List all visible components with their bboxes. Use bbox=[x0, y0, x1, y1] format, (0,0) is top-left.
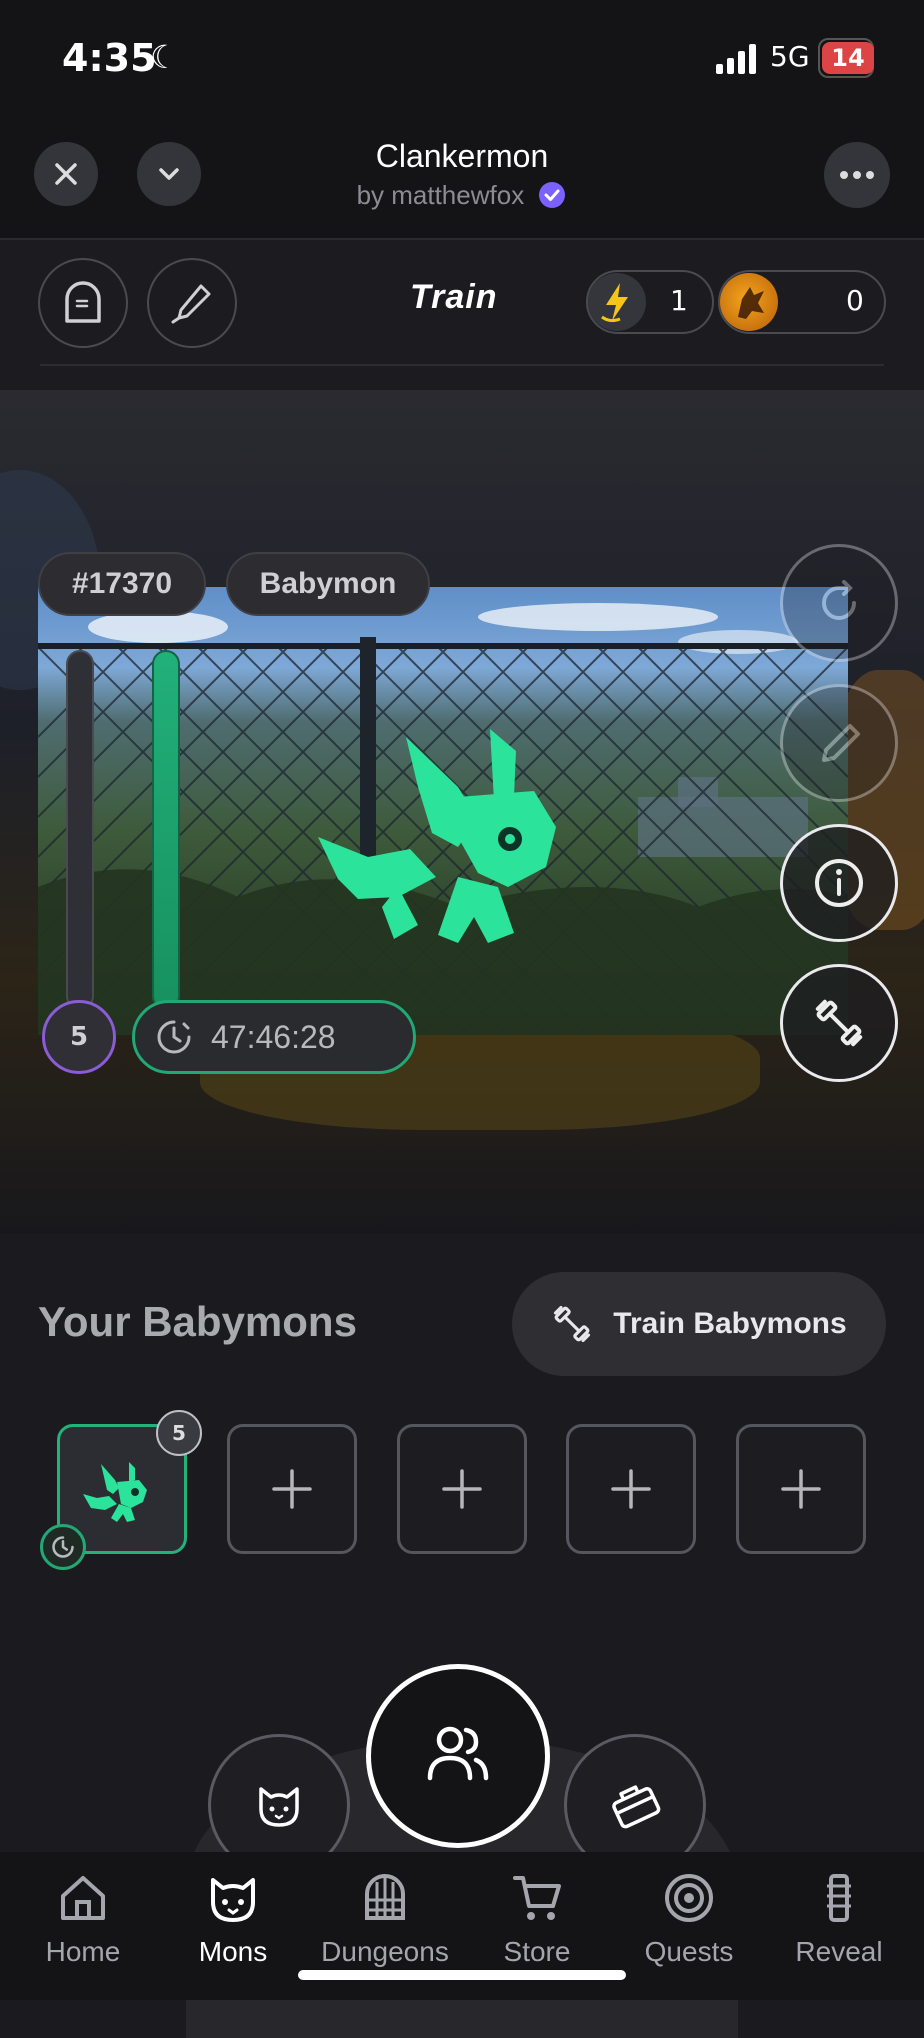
refresh-button[interactable] bbox=[780, 544, 898, 662]
info-icon bbox=[815, 859, 863, 907]
energy-count: 1 bbox=[670, 284, 688, 317]
cat-icon bbox=[259, 1787, 299, 1827]
nav-quests[interactable]: Quests bbox=[614, 1872, 764, 1982]
cart-icon bbox=[513, 1876, 561, 1920]
brush-icon bbox=[171, 284, 211, 324]
info-button[interactable] bbox=[780, 824, 898, 942]
slot-level-badge: 5 bbox=[156, 1410, 202, 1456]
plus-icon bbox=[442, 1469, 482, 1509]
timer-value: 47:46:28 bbox=[211, 1018, 336, 1055]
add-babymon-slot[interactable] bbox=[397, 1424, 527, 1554]
customize-button[interactable] bbox=[780, 684, 898, 802]
status-time: 4:35 bbox=[62, 36, 157, 80]
dumbbell-icon bbox=[554, 1305, 591, 1343]
target-icon bbox=[665, 1874, 713, 1922]
creature-thumbnail bbox=[83, 1462, 147, 1522]
signal-icon bbox=[716, 44, 756, 74]
timer-icon bbox=[157, 1020, 191, 1054]
app-subtitle: by matthewfox bbox=[0, 180, 924, 211]
training-progress-bar bbox=[152, 650, 180, 1010]
social-button[interactable] bbox=[366, 1664, 550, 1848]
plus-icon bbox=[781, 1469, 821, 1509]
nav-label: Home bbox=[45, 1936, 121, 1967]
users-icon bbox=[427, 1726, 489, 1781]
edit-button[interactable] bbox=[147, 258, 237, 348]
nav-label: Reveal bbox=[795, 1936, 883, 1967]
train-button[interactable] bbox=[780, 964, 898, 1082]
section-title: Your Babymons bbox=[38, 1298, 357, 1345]
plus-icon bbox=[272, 1469, 312, 1509]
verified-icon bbox=[539, 182, 566, 208]
plus-icon bbox=[611, 1469, 651, 1509]
mon-id-tag: #17370 bbox=[38, 552, 206, 616]
dumbbell-icon bbox=[815, 999, 863, 1047]
nav-dungeons[interactable]: Dungeons bbox=[310, 1872, 460, 1982]
battery-level: 14 bbox=[822, 42, 874, 74]
add-babymon-slot[interactable] bbox=[736, 1424, 866, 1554]
mode-title: Train bbox=[410, 278, 498, 316]
slot-timer-badge bbox=[40, 1524, 86, 1570]
cat-icon bbox=[211, 1878, 255, 1922]
lightning-icon bbox=[588, 273, 646, 331]
refresh-icon bbox=[822, 580, 856, 620]
train-babymons-label: Train Babymons bbox=[613, 1307, 847, 1340]
home-indicator[interactable] bbox=[298, 1970, 626, 1980]
moon-icon: ☾ bbox=[150, 38, 179, 76]
level-badge: 5 bbox=[42, 1000, 116, 1074]
mailbox-button[interactable] bbox=[38, 258, 128, 348]
mon-stage-tag: Babymon bbox=[226, 552, 430, 616]
nav-home[interactable]: Home bbox=[8, 1872, 158, 1982]
nav-label: Mons bbox=[198, 1936, 268, 1967]
reveal-icon bbox=[827, 1874, 851, 1922]
mailbox-icon bbox=[65, 281, 101, 323]
toolbar-divider bbox=[40, 364, 884, 366]
add-babymon-slot[interactable] bbox=[566, 1424, 696, 1554]
nav-label: Quests bbox=[644, 1936, 734, 1967]
experience-bar bbox=[66, 650, 94, 1010]
coin-icon bbox=[720, 273, 778, 331]
more-icon bbox=[840, 171, 874, 179]
home-icon bbox=[61, 1876, 105, 1920]
nav-label: Store bbox=[503, 1936, 571, 1967]
nav-mons[interactable]: Mons bbox=[158, 1872, 308, 1982]
gate-icon bbox=[365, 1874, 405, 1920]
app-title: Clankermon bbox=[375, 138, 549, 174]
timer-icon bbox=[52, 1536, 74, 1558]
network-label: 5G bbox=[770, 40, 810, 73]
nav-store[interactable]: Store bbox=[462, 1872, 612, 1982]
training-timer: 47:46:28 bbox=[132, 1000, 416, 1074]
more-button[interactable] bbox=[824, 142, 890, 208]
add-babymon-slot[interactable] bbox=[227, 1424, 357, 1554]
brush-icon bbox=[822, 724, 860, 762]
briefcase-icon bbox=[612, 1785, 661, 1829]
author-label: by matthewfox bbox=[356, 180, 525, 210]
nav-reveal[interactable]: Reveal bbox=[764, 1872, 914, 1982]
nav-label: Dungeons bbox=[321, 1936, 449, 1967]
train-babymons-button[interactable]: Train Babymons bbox=[512, 1272, 886, 1376]
coin-count: 0 bbox=[846, 284, 864, 317]
